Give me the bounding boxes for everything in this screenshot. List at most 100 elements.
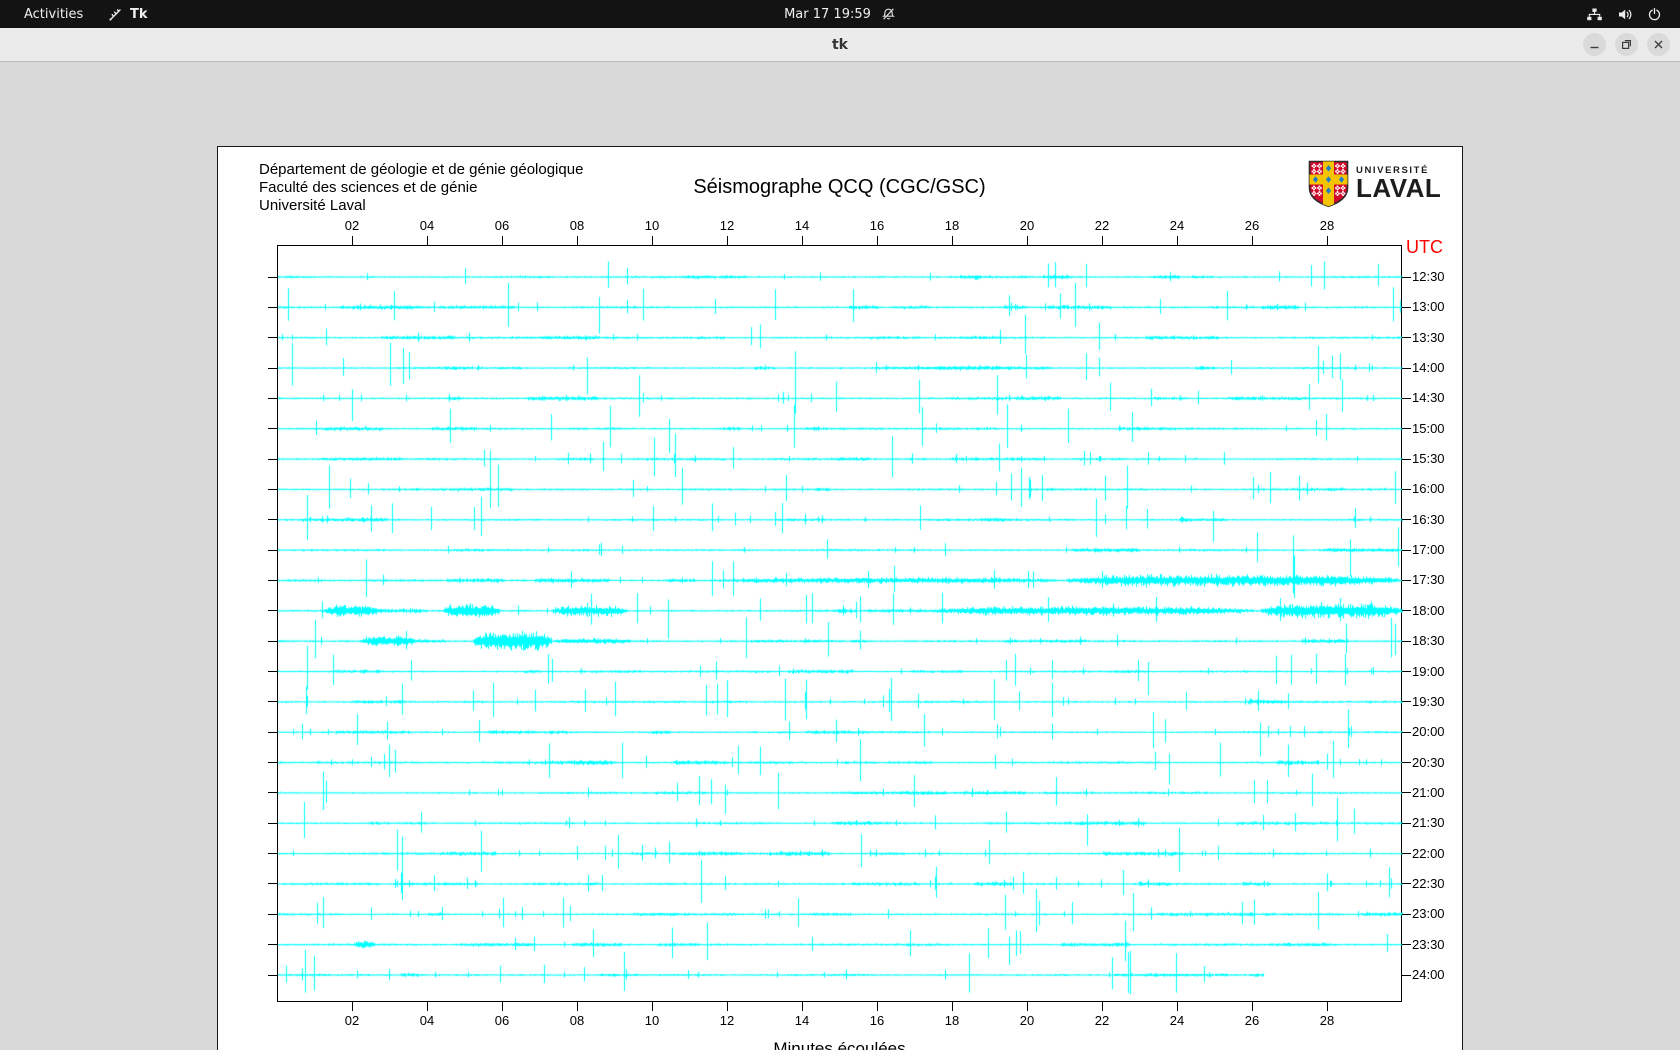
trace-tick-right	[1402, 975, 1411, 976]
trace-tick-left	[268, 732, 277, 733]
trace-tick-right	[1402, 519, 1411, 520]
time-tick-label: 14:30	[1412, 390, 1445, 405]
time-tick-label: 20:30	[1412, 755, 1445, 770]
system-status-area[interactable]	[1586, 0, 1662, 28]
x-tick-bottom	[427, 1002, 428, 1011]
x-tick-label-top: 28	[1312, 218, 1342, 233]
time-tick-label: 13:00	[1412, 299, 1445, 314]
institution-line-3: Université Laval	[259, 197, 583, 215]
time-tick-label: 20:00	[1412, 724, 1445, 739]
trace-tick-left	[268, 883, 277, 884]
x-tick-bottom	[1102, 1002, 1103, 1011]
trace-tick-left	[268, 975, 277, 976]
x-tick-bottom	[1177, 1002, 1178, 1011]
trace-tick-left	[268, 914, 277, 915]
x-tick-top	[352, 236, 353, 245]
x-tick-label-bottom: 18	[937, 1013, 967, 1028]
trace-tick-left	[268, 641, 277, 642]
trace-tick-left	[268, 671, 277, 672]
time-tick-label: 19:30	[1412, 694, 1445, 709]
x-tick-label-bottom: 20	[1012, 1013, 1042, 1028]
clock-label: Mar 17 19:59	[784, 7, 871, 22]
time-tick-label: 16:00	[1412, 481, 1445, 496]
time-tick-label: 23:30	[1412, 937, 1445, 952]
time-tick-label: 17:30	[1412, 572, 1445, 587]
x-tick-bottom	[352, 1002, 353, 1011]
laval-shield-icon	[1308, 160, 1349, 213]
x-tick-label-bottom: 02	[337, 1013, 367, 1028]
x-tick-top	[1327, 236, 1328, 245]
trace-tick-right	[1402, 914, 1411, 915]
trace-tick-left	[268, 459, 277, 460]
x-axis-label: Minutes écoulées	[277, 1039, 1402, 1050]
desktop: Activities Tk Mar 17 19:59	[0, 0, 1680, 1050]
x-tick-top	[652, 236, 653, 245]
x-tick-bottom	[1252, 1002, 1253, 1011]
time-tick-label: 15:00	[1412, 421, 1445, 436]
x-tick-bottom	[652, 1002, 653, 1011]
trace-tick-right	[1402, 732, 1411, 733]
trace-tick-left	[268, 307, 277, 308]
time-tick-label: 23:00	[1412, 906, 1445, 921]
time-tick-label: 12:30	[1412, 269, 1445, 284]
x-tick-top	[502, 236, 503, 245]
trace-tick-left	[268, 277, 277, 278]
trace-tick-right	[1402, 489, 1411, 490]
utc-axis-label: UTC	[1406, 237, 1443, 258]
x-tick-bottom	[877, 1002, 878, 1011]
time-tick-label: 19:00	[1412, 664, 1445, 679]
trace-tick-left	[268, 944, 277, 945]
x-tick-top	[1177, 236, 1178, 245]
x-tick-top	[1102, 236, 1103, 245]
trace-tick-left	[268, 519, 277, 520]
x-tick-label-bottom: 04	[412, 1013, 442, 1028]
trace-tick-right	[1402, 701, 1411, 702]
trace-tick-left	[268, 610, 277, 611]
plot-title: Séismographe QCQ (CGC/GSC)	[277, 176, 1402, 199]
tk-app-icon	[108, 7, 123, 22]
trace-tick-right	[1402, 459, 1411, 460]
x-tick-bottom	[577, 1002, 578, 1011]
window-title: tk	[0, 28, 1680, 61]
laval-logo-laval: LAVAL	[1356, 176, 1441, 201]
x-tick-label-top: 04	[412, 218, 442, 233]
trace-tick-right	[1402, 944, 1411, 945]
time-tick-label: 21:00	[1412, 785, 1445, 800]
gnome-top-bar: Activities Tk Mar 17 19:59	[0, 0, 1680, 28]
trace-tick-left	[268, 701, 277, 702]
activities-button[interactable]: Activities	[24, 0, 83, 28]
x-tick-label-top: 16	[862, 218, 892, 233]
x-tick-top	[952, 236, 953, 245]
x-tick-label-top: 26	[1237, 218, 1267, 233]
x-tick-label-top: 24	[1162, 218, 1192, 233]
clock-menu[interactable]: Mar 17 19:59	[0, 0, 1680, 28]
app-menu-label: Tk	[130, 7, 148, 22]
trace-tick-left	[268, 337, 277, 338]
time-tick-label: 13:30	[1412, 330, 1445, 345]
laval-logo-text: UNIVERSITÉ LAVAL	[1356, 160, 1441, 201]
trace-tick-right	[1402, 762, 1411, 763]
x-tick-label-top: 12	[712, 218, 742, 233]
x-tick-label-top: 06	[487, 218, 517, 233]
maximize-button[interactable]	[1615, 33, 1638, 56]
trace-tick-left	[268, 489, 277, 490]
laval-logo: UNIVERSITÉ LAVAL	[1308, 160, 1441, 213]
trace-tick-left	[268, 823, 277, 824]
x-tick-bottom	[502, 1002, 503, 1011]
close-button[interactable]	[1647, 33, 1670, 56]
window-titlebar[interactable]: tk	[0, 28, 1680, 62]
minimize-button[interactable]	[1583, 33, 1606, 56]
time-tick-label: 16:30	[1412, 512, 1445, 527]
window-content: Département de géologie et de génie géol…	[0, 62, 1680, 1050]
volume-icon	[1617, 7, 1633, 22]
x-tick-label-top: 10	[637, 218, 667, 233]
x-tick-top	[1252, 236, 1253, 245]
trace-tick-right	[1402, 337, 1411, 338]
app-menu-button[interactable]: Tk	[108, 0, 148, 28]
trace-tick-right	[1402, 307, 1411, 308]
trace-tick-right	[1402, 277, 1411, 278]
trace-tick-left	[268, 550, 277, 551]
x-tick-label-bottom: 22	[1087, 1013, 1117, 1028]
x-tick-label-top: 08	[562, 218, 592, 233]
x-tick-top	[802, 236, 803, 245]
